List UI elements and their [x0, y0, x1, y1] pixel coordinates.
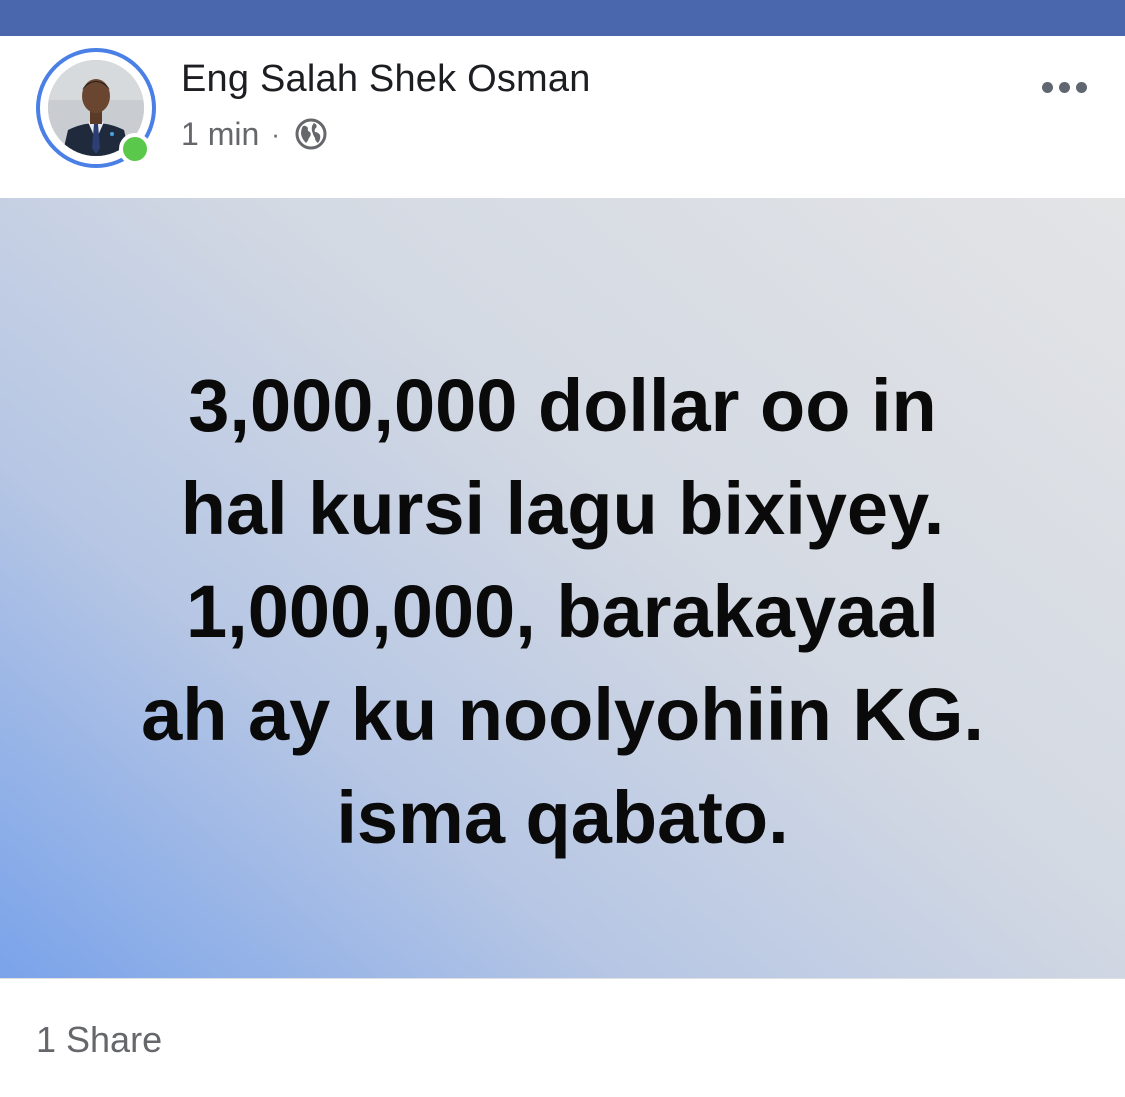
top-app-bar [0, 0, 1125, 36]
post-timestamp[interactable]: 1 min [181, 116, 259, 153]
more-dot [1058, 81, 1070, 93]
more-horizontal-icon [1041, 81, 1053, 93]
post-footer: 1 Share [0, 979, 1125, 1097]
share-count[interactable]: 1 Share [36, 1019, 162, 1061]
post-meta: 1 min · [181, 114, 328, 154]
online-status-indicator [119, 133, 151, 165]
post-text: 3,000,000 dollar oo in hal kursi lagu bi… [141, 364, 984, 859]
more-options-button[interactable] [1034, 70, 1094, 104]
meta-separator: · [271, 118, 280, 149]
post-header: Eng Salah Shek Osman 1 min · [0, 36, 1125, 198]
post-background-card: 3,000,000 dollar oo in hal kursi lagu bi… [0, 198, 1125, 978]
globe-icon[interactable] [294, 117, 328, 151]
more-dot [1075, 81, 1087, 93]
author-name[interactable]: Eng Salah Shek Osman [181, 58, 591, 101]
